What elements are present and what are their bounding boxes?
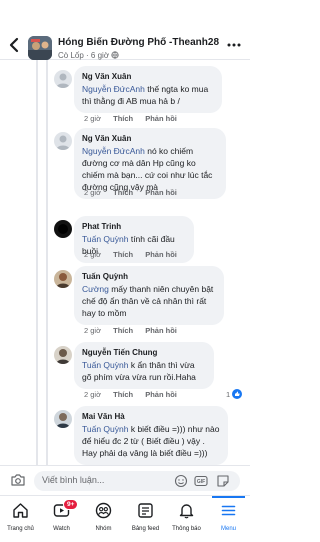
comment-author[interactable]: Mai Văn Hà [82,411,220,423]
comment-input[interactable]: Viết bình luận... GIF [34,471,240,491]
post-meta: Cò Lốp · 6 giờ [58,51,119,60]
comment-author[interactable]: Ng Văn Xuân [82,133,218,145]
comment-mention[interactable]: Cường [82,284,109,294]
menu-icon [221,505,236,516]
tab-label: Nhóm [95,526,112,532]
group-avatar[interactable] [28,36,52,60]
reply-button[interactable]: Phản hồi [145,250,177,259]
comment-time: 2 giờ [84,390,102,399]
more-options-icon[interactable] [226,40,242,50]
avatar[interactable] [54,410,72,428]
comment-actions: 2 giờ Thích Phản hồi [84,188,187,197]
like-button[interactable]: Thích [113,114,133,123]
tab-notifications[interactable]: Thông báo [166,496,207,542]
comment-placeholder: Viết bình luận... [42,475,105,485]
comment-author[interactable]: Nguyễn Tiến Chung [82,347,206,359]
thread-line [46,60,48,465]
comment-mention[interactable]: Tuấn Quỳnh [82,234,128,244]
groups-icon [95,502,112,519]
reply-button[interactable]: Phản hồi [145,326,177,335]
comment-time: 2 giờ [84,188,102,197]
tab-label: Watch [53,526,70,532]
feed-icon [138,503,153,518]
like-button[interactable]: Thích [113,326,133,335]
watch-badge: 9+ [63,499,79,510]
like-button[interactable]: Thích [113,188,133,197]
home-icon [13,503,28,518]
gif-icon[interactable]: GIF [194,474,208,488]
thread-line [36,60,38,465]
reaction-count[interactable]: 1 [226,389,243,399]
back-arrow-icon[interactable] [6,36,24,54]
post-time: 6 giờ [90,51,110,60]
tab-home[interactable]: Trang chủ [0,496,41,542]
like-button[interactable]: Thích [113,390,133,399]
comment-bubble[interactable]: Mai Văn Hà Tuấn Quỳnh k biết điều =))) n… [74,406,228,465]
tab-label: Menu [220,526,236,532]
avatar[interactable] [54,220,72,238]
comment-actions: 2 giờ Thích Phản hồi [84,250,187,259]
comment-author[interactable]: Phat Trinh [82,221,186,233]
reaction-number: 1 [226,389,231,399]
emoji-icon[interactable] [174,474,188,488]
avatar[interactable] [54,270,72,288]
group-title[interactable]: Hóng Biến Đường Phố -Theanh28 [58,37,219,48]
avatar[interactable] [54,346,72,364]
comment-bubble[interactable]: Tuấn Quỳnh Cường mấy thanh niên chuyên b… [74,266,224,325]
comment-mention[interactable]: Nguyễn ĐứcAnh [82,84,145,94]
reply-button[interactable]: Phản hồi [145,114,177,123]
comment-author[interactable]: Tuấn Quỳnh [82,271,216,283]
comment-bubble[interactable]: Ng Văn Xuân Nguyễn ĐứcAnh thế ngta ko mu… [74,66,222,113]
tab-label: Thông báo [172,526,201,532]
tab-watch[interactable]: 9+ Watch [41,496,82,542]
reply-button[interactable]: Phản hồi [145,188,177,197]
comment-actions: 2 giờ Thích Phản hồi [84,326,187,335]
reply-button[interactable]: Phản hồi [145,390,177,399]
comment-time: 2 giờ [84,250,102,259]
post-author[interactable]: Cò Lốp [58,51,84,60]
comment-time: 2 giờ [84,326,102,335]
like-reaction-icon [232,389,243,399]
comment-composer: Viết bình luận... GIF [0,465,250,495]
comment-mention[interactable]: Tuấn Quỳnh [82,424,128,434]
comment-mention[interactable]: Tuấn Quỳnh [82,360,128,370]
comment-time: 2 giờ [84,114,102,123]
like-button[interactable]: Thích [113,250,133,259]
comment-bubble[interactable]: Nguyễn Tiến Chung Tuấn Quỳnh k ẩn thân t… [74,342,214,389]
bottom-tab-bar: Trang chủ 9+ Watch Nhóm Bảng feed Thông … [0,495,250,542]
tab-feed[interactable]: Bảng feed [125,496,166,542]
globe-icon [111,51,119,59]
avatar[interactable] [54,132,72,150]
svg-text:GIF: GIF [197,479,205,485]
tab-label: Trang chủ [7,526,34,532]
comment-author[interactable]: Ng Văn Xuân [82,71,214,83]
comment-actions: 2 giờ Thích Phản hồi [84,390,187,399]
tab-menu[interactable]: Menu [208,496,249,542]
camera-icon[interactable] [10,473,26,487]
post-header: Hóng Biến Đường Phố -Theanh28 Cò Lốp · 6… [0,0,250,60]
bell-icon [179,504,194,519]
tab-label: Bảng feed [131,526,160,532]
comment-actions: 2 giờ Thích Phản hồi [84,114,187,123]
sticker-icon[interactable] [216,474,230,488]
comment-mention[interactable]: Nguyễn ĐứcAnh [82,146,145,156]
avatar[interactable] [54,70,72,88]
tab-groups[interactable]: Nhóm [83,496,124,542]
